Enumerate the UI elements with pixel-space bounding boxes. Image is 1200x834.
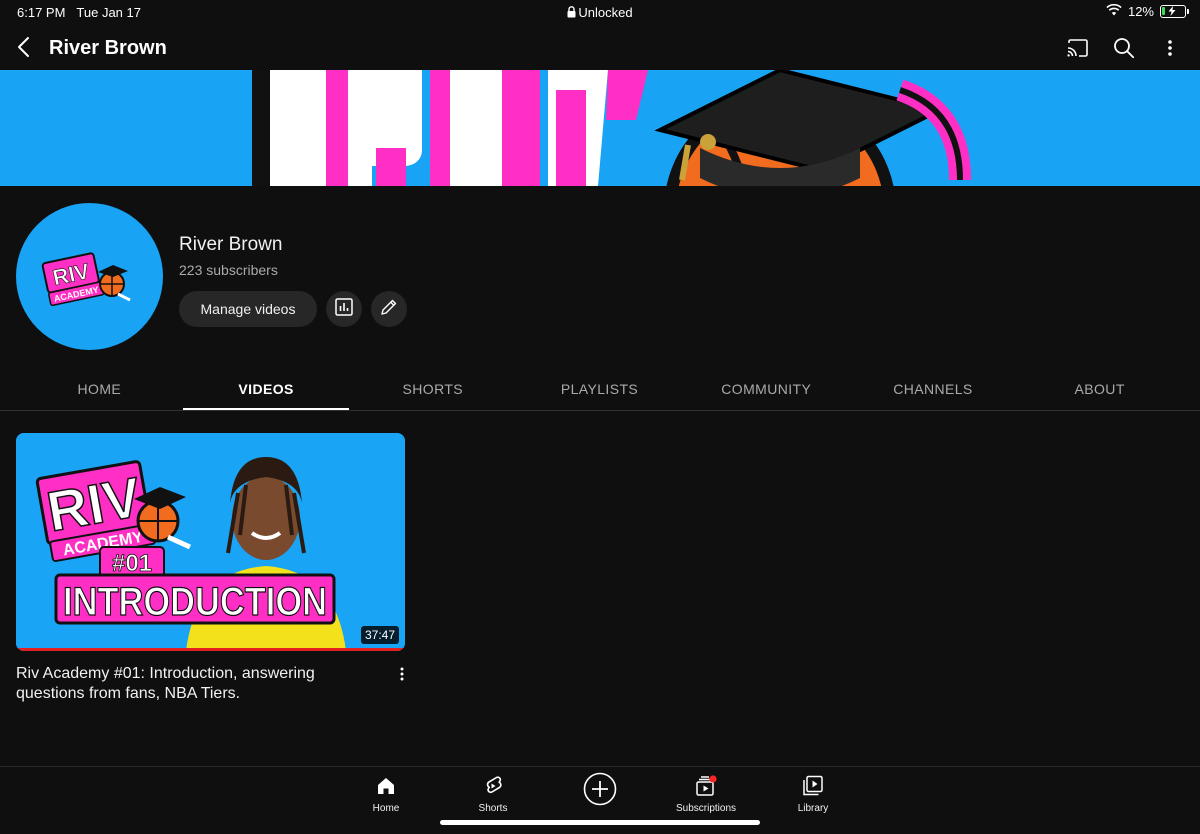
tab-playlists[interactable]: PLAYLISTS [516,366,683,410]
cast-icon[interactable] [1066,36,1090,60]
pencil-icon [380,298,398,321]
video-more-icon[interactable] [395,664,409,684]
lock-icon [567,6,576,21]
subscriber-count: 223 subscribers [179,262,278,278]
app-bar: River Brown [0,24,1200,70]
tabs-divider [0,410,1200,411]
video-title[interactable]: Riv Academy #01: Introduction, answering… [16,664,376,704]
tab-videos[interactable]: VIDEOS [182,366,350,410]
battery-icon [1160,5,1189,18]
battery-fill [1162,7,1165,15]
stray-dot [567,559,571,562]
thumbnail-art: RIV ACADEMY #01 INTRODUCTION [16,433,405,651]
nav-library[interactable]: Library [768,773,858,814]
tab-about[interactable]: ABOUT [1016,366,1183,410]
video-thumbnail[interactable]: RIV ACADEMY #01 INTRODUCTION 37:47 [16,433,405,651]
home-icon [341,773,431,799]
nav-shorts-label: Shorts [478,803,508,814]
watch-progress-bar [16,648,405,651]
tab-community[interactable]: COMMUNITY [683,366,850,410]
create-button[interactable] [583,772,617,806]
app-bar-actions [1066,36,1182,60]
nav-subscriptions-label: Subscriptions [675,803,737,814]
page-title: River Brown [49,37,167,59]
channel-avatar[interactable]: RIV ACADEMY [16,203,163,350]
home-indicator [440,820,760,825]
wifi-icon [1106,3,1122,19]
thumb-episode-number: #01 [112,550,152,577]
tab-channels[interactable]: CHANNELS [850,366,1017,410]
channel-name: River Brown [179,234,283,255]
nav-library-label: Library [797,803,829,814]
status-right: 12% [1106,3,1189,19]
channel-tabs: HOME VIDEOS SHORTS PLAYLISTS COMMUNITY C… [16,366,1183,410]
analytics-button[interactable] [326,291,362,327]
shorts-icon [448,773,538,799]
plus-circle-icon [583,772,617,806]
status-lock-text: Unlocked [578,5,633,20]
video-duration: 37:47 [360,626,399,644]
nav-home[interactable]: Home [341,773,431,814]
more-vert-icon[interactable] [1158,36,1182,60]
status-center: Unlocked [0,5,1200,21]
riv-academy-logo: RIV ACADEMY [41,251,131,306]
library-icon [768,773,858,799]
nav-subscriptions[interactable]: Subscriptions [661,773,751,814]
status-bar: 6:17 PM Tue Jan 17 Unlocked 12% [0,0,1200,24]
nav-home-label: Home [372,803,400,814]
banner-art [252,70,971,186]
tab-home[interactable]: HOME [16,366,183,410]
thumb-title-text: INTRODUCTION [63,580,327,624]
subscriptions-icon [661,773,751,799]
search-icon[interactable] [1112,36,1136,60]
tab-shorts[interactable]: SHORTS [349,366,516,410]
manage-videos-button[interactable]: Manage videos [179,291,317,327]
nav-shorts[interactable]: Shorts [448,773,538,814]
channel-banner [0,70,1200,186]
analytics-icon [335,297,353,321]
edit-channel-button[interactable] [371,291,407,327]
back-icon[interactable] [14,35,36,59]
battery-percent: 12% [1127,4,1154,19]
